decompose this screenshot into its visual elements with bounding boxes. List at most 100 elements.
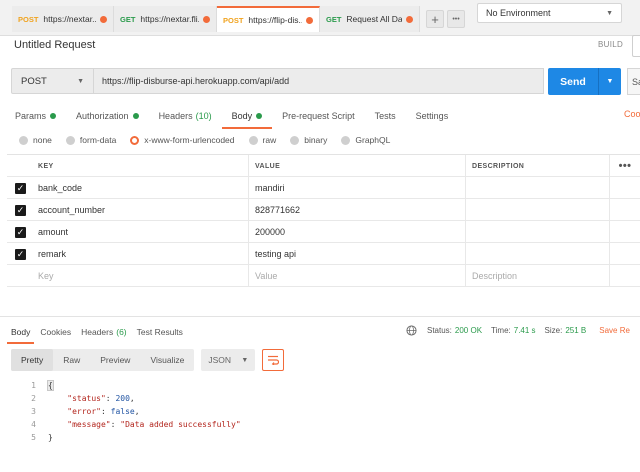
radio-icon <box>290 135 300 145</box>
unsaved-dot-icon <box>203 15 210 23</box>
value-placeholder[interactable]: Value <box>250 265 466 287</box>
tab-settings-label: Settings <box>415 111 449 121</box>
tab-params-label: Params <box>15 111 47 121</box>
format-visualize[interactable]: Visualize <box>140 349 194 371</box>
value-cell[interactable]: mandiri <box>250 177 466 199</box>
format-raw[interactable]: Raw <box>53 349 90 371</box>
request-tab[interactable]: GET Request All Datas <box>320 6 420 32</box>
unsaved-dot-icon <box>100 15 107 23</box>
time-label: Time: <box>491 326 511 335</box>
radio-raw-label: raw <box>262 135 277 145</box>
value-cell[interactable]: testing api <box>250 243 466 265</box>
tab-headers[interactable]: Headers (10) <box>159 109 212 123</box>
response-divider[interactable] <box>0 316 640 317</box>
description-cell[interactable] <box>467 199 610 221</box>
method-value: POST <box>21 75 47 87</box>
radio-urlencoded-label: x-www-form-urlencoded <box>144 135 235 145</box>
close-brace: } <box>48 433 53 442</box>
response-tab-cookies[interactable]: Cookies <box>40 326 71 338</box>
line-number: 1 <box>31 381 36 390</box>
send-options-button[interactable]: ▼ <box>598 68 621 95</box>
line-number: 4 <box>31 420 36 429</box>
build-toggle[interactable] <box>632 35 640 57</box>
code-line: 2 "status": 200, <box>22 392 241 405</box>
tab-label: https://flip-dis... <box>248 15 302 25</box>
time-value[interactable]: 7.41 s <box>514 326 536 335</box>
description-placeholder[interactable]: Description <box>467 265 610 287</box>
tab-method: GET <box>326 14 342 24</box>
format-preview[interactable]: Preview <box>90 349 140 371</box>
send-button[interactable]: Send <box>548 68 598 95</box>
method-select[interactable]: POST ▼ <box>11 68 94 94</box>
response-body-code[interactable]: 1 { 2 "status": 200, 3 "error": false, 4… <box>22 379 241 444</box>
radio-binary[interactable]: binary <box>290 135 327 145</box>
add-tab-button[interactable]: + <box>426 10 444 28</box>
description-cell[interactable] <box>467 177 610 199</box>
table-row: ✓ bank_code mandiri <box>7 177 640 199</box>
line-number: 3 <box>31 407 36 416</box>
headers-count: (10) <box>195 111 212 121</box>
tab-tests[interactable]: Tests <box>375 109 396 123</box>
format-pretty[interactable]: Pretty <box>11 349 54 371</box>
tab-settings[interactable]: Settings <box>416 109 449 123</box>
save-button[interactable]: Sa <box>627 68 640 95</box>
key-cell[interactable]: account_number <box>37 199 249 221</box>
radio-icon <box>341 135 351 145</box>
language-select[interactable]: JSON ▼ <box>201 349 256 371</box>
value-cell[interactable]: 200000 <box>250 221 466 243</box>
status-label: Status: <box>427 326 452 335</box>
response-tab-test-results[interactable]: Test Results <box>137 326 183 338</box>
tab-prerequest-script[interactable]: Pre-request Script <box>282 109 355 123</box>
request-tab[interactable]: GET https://nextar.fli... <box>114 6 217 32</box>
tab-options-button[interactable]: ••• <box>447 10 465 28</box>
radio-form-data[interactable]: form-data <box>65 135 116 145</box>
open-brace: { <box>47 380 54 391</box>
key-cell[interactable]: bank_code <box>37 177 249 199</box>
value-cell[interactable]: 828771662 <box>250 199 466 221</box>
response-tab-body[interactable]: Body <box>6 326 35 344</box>
row-checkbox[interactable]: ✓ <box>15 248 26 260</box>
code-line: 3 "error": false, <box>22 405 241 418</box>
request-title[interactable]: Untitled Request <box>14 39 95 51</box>
environment-select[interactable]: No Environment ▼ <box>477 3 622 23</box>
request-tab-bar: POST https://nextar... GET https://nexta… <box>0 0 640 36</box>
key-cell[interactable]: remark <box>37 243 249 265</box>
save-response-button[interactable]: Save Re <box>599 326 630 335</box>
radio-raw[interactable]: raw <box>248 135 277 145</box>
column-header-value: VALUE <box>250 155 466 177</box>
table-options-icon[interactable]: ••• <box>610 155 640 177</box>
wrap-lines-button[interactable] <box>262 349 285 371</box>
plus-icon: + <box>431 11 439 27</box>
response-tab-headers[interactable]: Headers (6) <box>81 326 127 338</box>
wrap-lines-icon <box>268 355 280 365</box>
chevron-down-icon: ▼ <box>606 9 613 17</box>
status-value[interactable]: 200 OK <box>455 326 482 335</box>
tab-authorization[interactable]: Authorization <box>76 109 139 123</box>
cookies-link[interactable]: Coo <box>624 109 640 119</box>
request-section-tabs: Params Authorization Headers (10) Body P… <box>15 109 468 129</box>
request-tab[interactable]: POST https://nextar... <box>12 6 114 32</box>
globe-icon[interactable] <box>406 325 417 336</box>
description-cell[interactable] <box>467 221 610 243</box>
radio-none[interactable]: none <box>19 135 52 145</box>
key-cell[interactable]: amount <box>37 221 249 243</box>
request-tab-active[interactable]: POST https://flip-dis... <box>217 6 320 32</box>
url-input[interactable]: https://flip-disburse-api.herokuapp.com/… <box>94 68 544 94</box>
build-label[interactable]: BUILD <box>598 40 623 49</box>
radio-icon <box>248 135 258 145</box>
row-checkbox[interactable]: ✓ <box>15 204 26 216</box>
tab-body[interactable]: Body <box>221 109 272 129</box>
tab-params[interactable]: Params <box>15 109 57 123</box>
radio-urlencoded[interactable]: x-www-form-urlencoded <box>130 135 235 145</box>
key-placeholder[interactable]: Key <box>37 265 249 287</box>
row-checkbox[interactable]: ✓ <box>15 226 26 238</box>
code-line: 4 "message": "Data added successfully" <box>22 418 241 431</box>
radio-none-label: none <box>33 135 52 145</box>
tab-label: https://nextar... <box>43 14 96 24</box>
description-cell[interactable] <box>467 243 610 265</box>
tab-headers-label: Headers <box>158 111 193 121</box>
size-value[interactable]: 251 B <box>565 326 586 335</box>
row-checkbox[interactable]: ✓ <box>15 182 26 194</box>
active-dot-icon <box>256 113 263 119</box>
radio-graphql[interactable]: GraphQL <box>341 135 390 145</box>
